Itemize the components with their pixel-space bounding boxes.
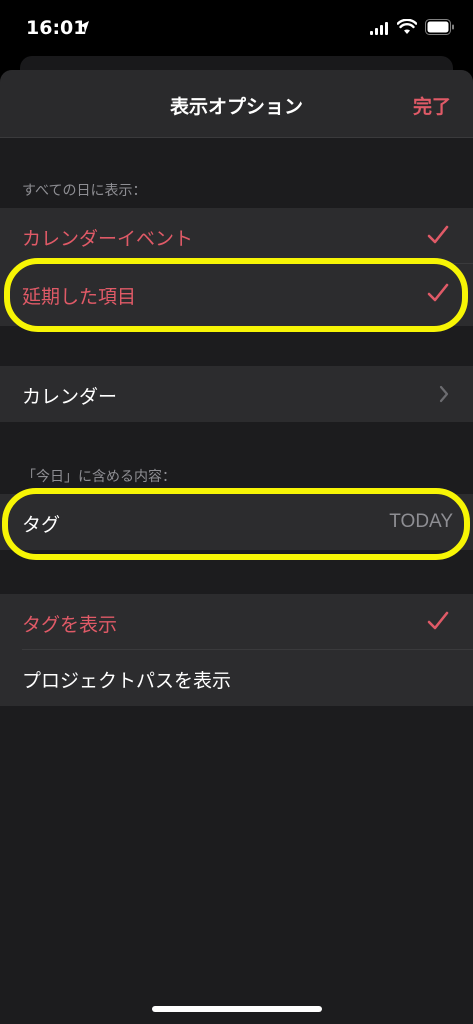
deferred-items-label: 延期した項目 [22,286,137,308]
tag-row[interactable]: タグ TODAY [0,494,473,550]
display-options-sheet: 表示オプション 完了 すべての日に表示： カレンダーイベント 延期した項目 カレ… [0,70,473,1024]
all-days-group: カレンダーイベント 延期した項目 [0,208,473,326]
wifi-icon [397,19,417,34]
done-button[interactable]: 完了 [413,92,451,119]
calendar-row[interactable]: カレンダー [0,366,473,422]
navigation-bar: 表示オプション 完了 [0,70,473,138]
page-title: 表示オプション [169,96,303,118]
battery-icon [425,19,454,35]
deferred-items-row[interactable]: 延期した項目 [0,266,473,322]
show-tags-row[interactable]: タグを表示 [0,594,473,650]
row-separator [22,263,473,264]
calendar-label: カレンダー [22,386,118,408]
show-tags-label: タグを表示 [22,614,118,636]
show-project-path-label: プロジェクトパスを表示 [22,670,232,692]
checkmark-icon [427,283,449,302]
location-arrow-icon [79,21,89,33]
section-header-all-days: すべての日に表示： [22,183,147,199]
home-indicator[interactable] [152,1006,322,1012]
status-bar: 16:01 [0,0,473,56]
checkmark-icon [427,611,449,630]
today-group: タグ TODAY [0,494,473,550]
calendar-group: カレンダー [0,366,473,422]
display-group: タグを表示 プロジェクトパスを表示 [0,594,473,706]
tag-value: TODAY [389,511,453,532]
calendar-events-label: カレンダーイベント [22,228,194,250]
cellular-signal-icon [370,22,388,35]
checkmark-icon [427,225,449,244]
tag-label: タグ [22,514,61,536]
calendar-events-row[interactable]: カレンダーイベント [0,208,473,264]
chevron-right-icon [439,385,449,403]
show-project-path-row[interactable]: プロジェクトパスを表示 [0,650,473,706]
section-header-today: 「今日」に含める内容： [22,469,176,485]
